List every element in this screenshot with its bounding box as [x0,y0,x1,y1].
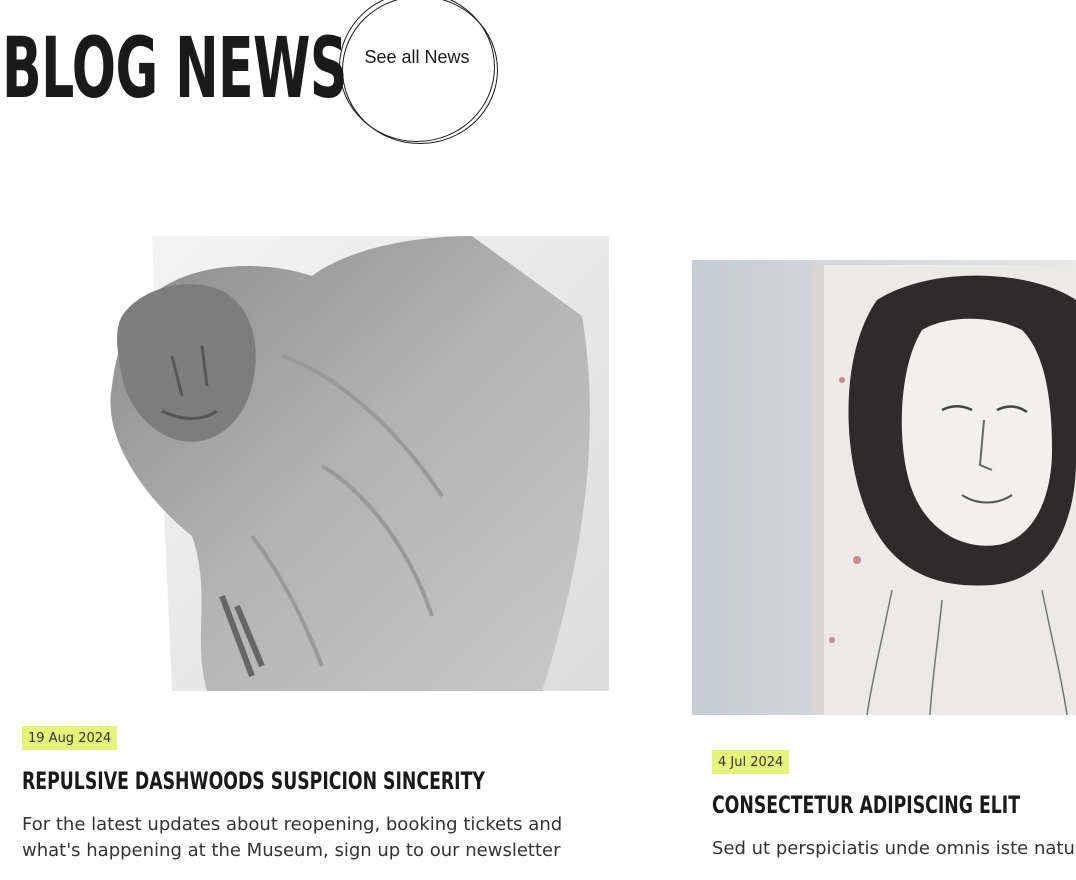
statue-image [22,236,609,691]
see-all-news-button[interactable]: See all News [338,0,498,144]
blog-card[interactable]: 4 Jul 2024 CONSECTETUR ADIPISCING ELIT S… [692,260,1076,862]
page-title: BLOG NEWS [2,19,347,117]
post-date-badge: 4 Jul 2024 [712,750,790,774]
post-title-link[interactable]: CONSECTETUR ADIPISCING ELIT [712,788,1020,822]
post-title-link[interactable]: REPULSIVE DASHWOODS SUSPICION SINCERITY [22,764,485,798]
see-all-news-label: See all News [364,47,470,67]
post-excerpt: Sed ut perspiciatis unde omnis iste natu… [712,838,1076,859]
post-date-badge: 19 Aug 2024 [22,726,118,750]
blog-card-image[interactable] [692,260,1076,715]
blog-card[interactable]: 19 Aug 2024 REPULSIVE DASHWOODS SUSPICIO… [22,236,612,864]
post-excerpt: For the latest updates about reopening, … [22,814,563,861]
portrait-image [692,260,1076,715]
blog-card-image[interactable] [22,236,609,691]
outline-circle-icon [342,0,498,144]
